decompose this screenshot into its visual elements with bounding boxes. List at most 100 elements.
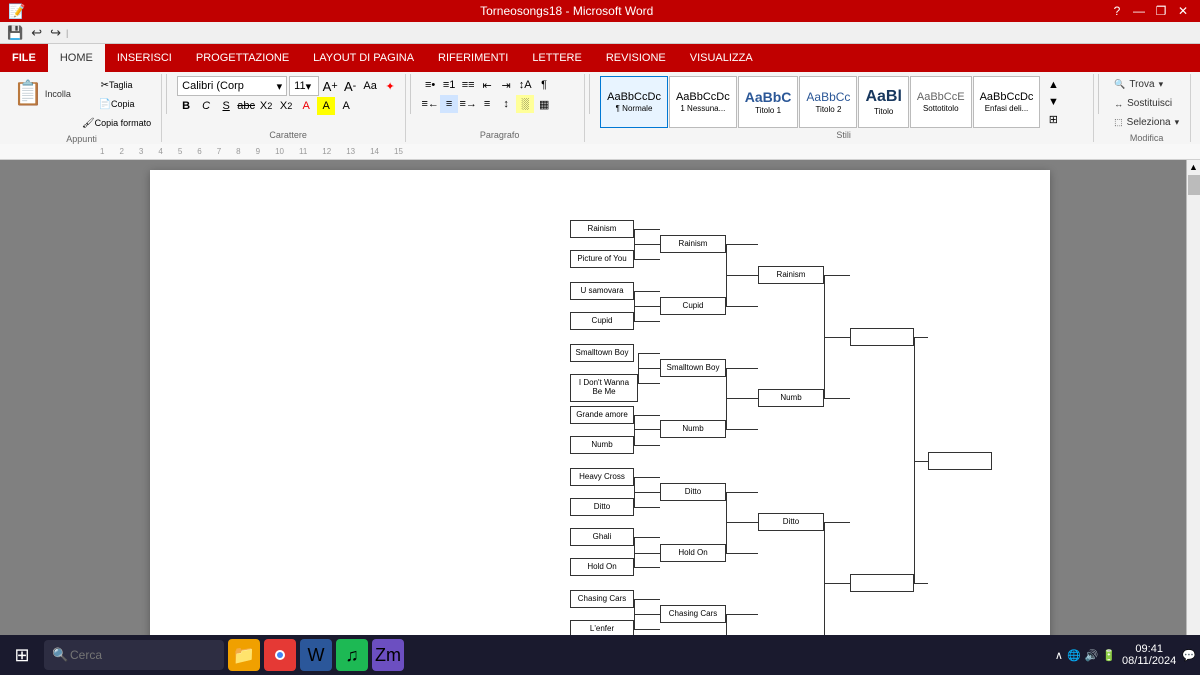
scrollbar-right[interactable]: ▲ ▼ (1186, 160, 1200, 653)
document-page: Rainism Picture of You U samovara Cupid … (150, 170, 1050, 653)
numbering-button[interactable]: ≡1 (440, 76, 458, 94)
redo-quick-button[interactable]: ↪ (47, 25, 64, 41)
font-grow-button[interactable]: A+ (321, 77, 339, 95)
taskbar-explorer-icon[interactable]: 📁 (228, 639, 260, 671)
justify-button[interactable]: ≡ (478, 95, 496, 113)
tab-progettazione[interactable]: PROGETTAZIONE (184, 44, 301, 72)
taskbar-spotify-icon[interactable]: ♫ (336, 639, 368, 671)
arrow-icon[interactable]: ∧ (1055, 649, 1063, 662)
network-icon[interactable]: 🌐 (1067, 649, 1081, 662)
ribbon-body: 📋 Incolla ✂ Taglia 📄 Copia 🖌 Copia forma… (0, 72, 1200, 144)
cut-button[interactable]: ✂ Taglia (78, 76, 155, 94)
r1-smalltown-boy: Smalltown Boy (570, 344, 634, 362)
battery-icon[interactable]: 🔋 (1102, 649, 1116, 662)
font-color-button[interactable]: A (297, 97, 315, 115)
seleziona-button[interactable]: ⬚ Seleziona ▾ (1109, 114, 1184, 131)
r1-u-samovara: U samovara (570, 282, 634, 300)
decrease-indent-button[interactable]: ⇤ (478, 76, 496, 94)
paste-icon: 📋 (13, 79, 43, 108)
style-titolo[interactable]: AaBl Titolo (858, 76, 908, 128)
show-para-button[interactable]: ¶ (535, 76, 553, 94)
help-button[interactable]: ? (1108, 3, 1126, 19)
notification-icon[interactable]: 💬 (1182, 649, 1196, 662)
modifica-label: Modifica (1130, 131, 1164, 143)
text-effect-button[interactable]: A (337, 97, 355, 115)
tab-home[interactable]: HOME (48, 44, 105, 72)
style-sottotitolo[interactable]: AaBbCcE Sottotitolo (910, 76, 972, 128)
tab-file[interactable]: FILE (0, 44, 48, 72)
change-case-button[interactable]: Aa (361, 77, 379, 95)
sostituisci-button[interactable]: ↔ Sostituisci (1109, 95, 1184, 112)
tab-layout[interactable]: LAYOUT DI PAGINA (301, 44, 426, 72)
r1-hold-on: Hold On (570, 558, 634, 576)
underline-button[interactable]: S (217, 97, 235, 115)
align-right-button[interactable]: ≡→ (459, 95, 477, 113)
save-quick-button[interactable]: 💾 (4, 25, 26, 41)
style-titolo1[interactable]: AaBbC Titolo 1 (738, 76, 799, 128)
highlight-button[interactable]: A (317, 97, 335, 115)
style-nessuna-label: 1 Nessuna... (680, 104, 725, 113)
paste-button[interactable]: 📋 Incolla (8, 76, 76, 111)
tab-revisione[interactable]: REVISIONE (594, 44, 678, 72)
bullets-button[interactable]: ≡• (421, 76, 439, 94)
style-nessuna[interactable]: AaBbCcDc 1 Nessuna... (669, 76, 737, 128)
paragrafo-label: Paragrafo (480, 128, 520, 140)
taskbar-search-input[interactable] (44, 640, 224, 670)
close-button[interactable]: ✕ (1174, 3, 1192, 19)
seleziona-dropdown[interactable]: ▾ (1175, 117, 1180, 128)
superscript-button[interactable]: X2 (277, 97, 295, 115)
sound-icon[interactable]: 🔊 (1085, 649, 1099, 662)
scroll-up-button[interactable]: ▲ (1187, 160, 1200, 174)
undo-quick-button[interactable]: ↩ (28, 25, 45, 41)
scrollbar-thumb[interactable] (1188, 175, 1200, 195)
style-titolo1-label: Titolo 1 (755, 106, 781, 115)
multilevel-button[interactable]: ≡≡ (459, 76, 477, 94)
font-size-dropdown-icon[interactable]: ▾ (306, 80, 312, 93)
r2-cupid: Cupid (660, 297, 726, 315)
subscript-button[interactable]: X2 (257, 97, 275, 115)
italic-button[interactable]: C (197, 97, 215, 115)
tab-inserisci[interactable]: INSERISCI (105, 44, 184, 72)
sostituisci-label: Sostituisci (1127, 98, 1172, 109)
clear-format-button[interactable]: ✦ (381, 77, 399, 95)
style-enfasi-preview: AaBbCcDc (980, 91, 1034, 103)
style-normale-preview: AaBbCcDc (607, 91, 661, 103)
minimize-button[interactable]: — (1130, 3, 1148, 19)
font-name-dropdown-icon[interactable]: ▾ (277, 80, 283, 93)
r2-numb: Numb (660, 420, 726, 438)
taskbar-word-icon[interactable]: W (300, 639, 332, 671)
font-name-box[interactable]: Calibri (Corp ▾ (177, 76, 287, 96)
styles-expand[interactable]: ⊞ (1044, 111, 1062, 128)
line-spacing-button[interactable]: ↕ (497, 95, 515, 113)
tab-riferimenti[interactable]: RIFERIMENTI (426, 44, 520, 72)
format-painter-button[interactable]: 🖌 Copia formato (78, 114, 155, 132)
styles-scroll-down[interactable]: ▼ (1044, 94, 1062, 111)
taskbar-chrome-icon[interactable] (264, 639, 296, 671)
style-enfasi[interactable]: AaBbCcDc Enfasi deli... (973, 76, 1041, 128)
border-button[interactable]: ▦ (535, 95, 553, 113)
restore-button[interactable]: ❐ (1152, 3, 1170, 19)
trova-dropdown[interactable]: ▾ (1159, 79, 1164, 90)
stili-label: Stili (836, 128, 851, 140)
start-button[interactable]: ⊞ (4, 637, 40, 673)
style-titolo2-preview: AaBbCc (806, 90, 850, 104)
increase-indent-button[interactable]: ⇥ (497, 76, 515, 94)
trova-button[interactable]: 🔍 Trova ▾ (1109, 76, 1184, 93)
strikethrough-button[interactable]: abc (237, 97, 255, 115)
tab-visualizza[interactable]: VISUALIZZA (678, 44, 765, 72)
tab-lettere[interactable]: LETTERE (520, 44, 594, 72)
font-shrink-button[interactable]: A- (341, 77, 359, 95)
style-titolo2[interactable]: AaBbCc Titolo 2 (799, 76, 857, 128)
styles-scroll-up[interactable]: ▲ (1044, 77, 1062, 94)
copy-button[interactable]: 📄 Copia (78, 95, 155, 113)
align-center-button[interactable]: ≡ (440, 95, 458, 113)
taskbar-datetime[interactable]: 09:41 08/11/2024 (1122, 643, 1176, 667)
align-left-button[interactable]: ≡← (421, 95, 439, 113)
style-titolo2-label: Titolo 2 (815, 105, 841, 114)
style-normale[interactable]: AaBbCcDc ¶ Normale (600, 76, 668, 128)
taskbar-zm-icon[interactable]: Zm (372, 639, 404, 671)
bold-button[interactable]: B (177, 97, 195, 115)
sort-button[interactable]: ↕A (516, 76, 534, 94)
font-size-box[interactable]: 11 ▾ (289, 76, 319, 96)
shading-button[interactable]: ░ (516, 95, 534, 113)
